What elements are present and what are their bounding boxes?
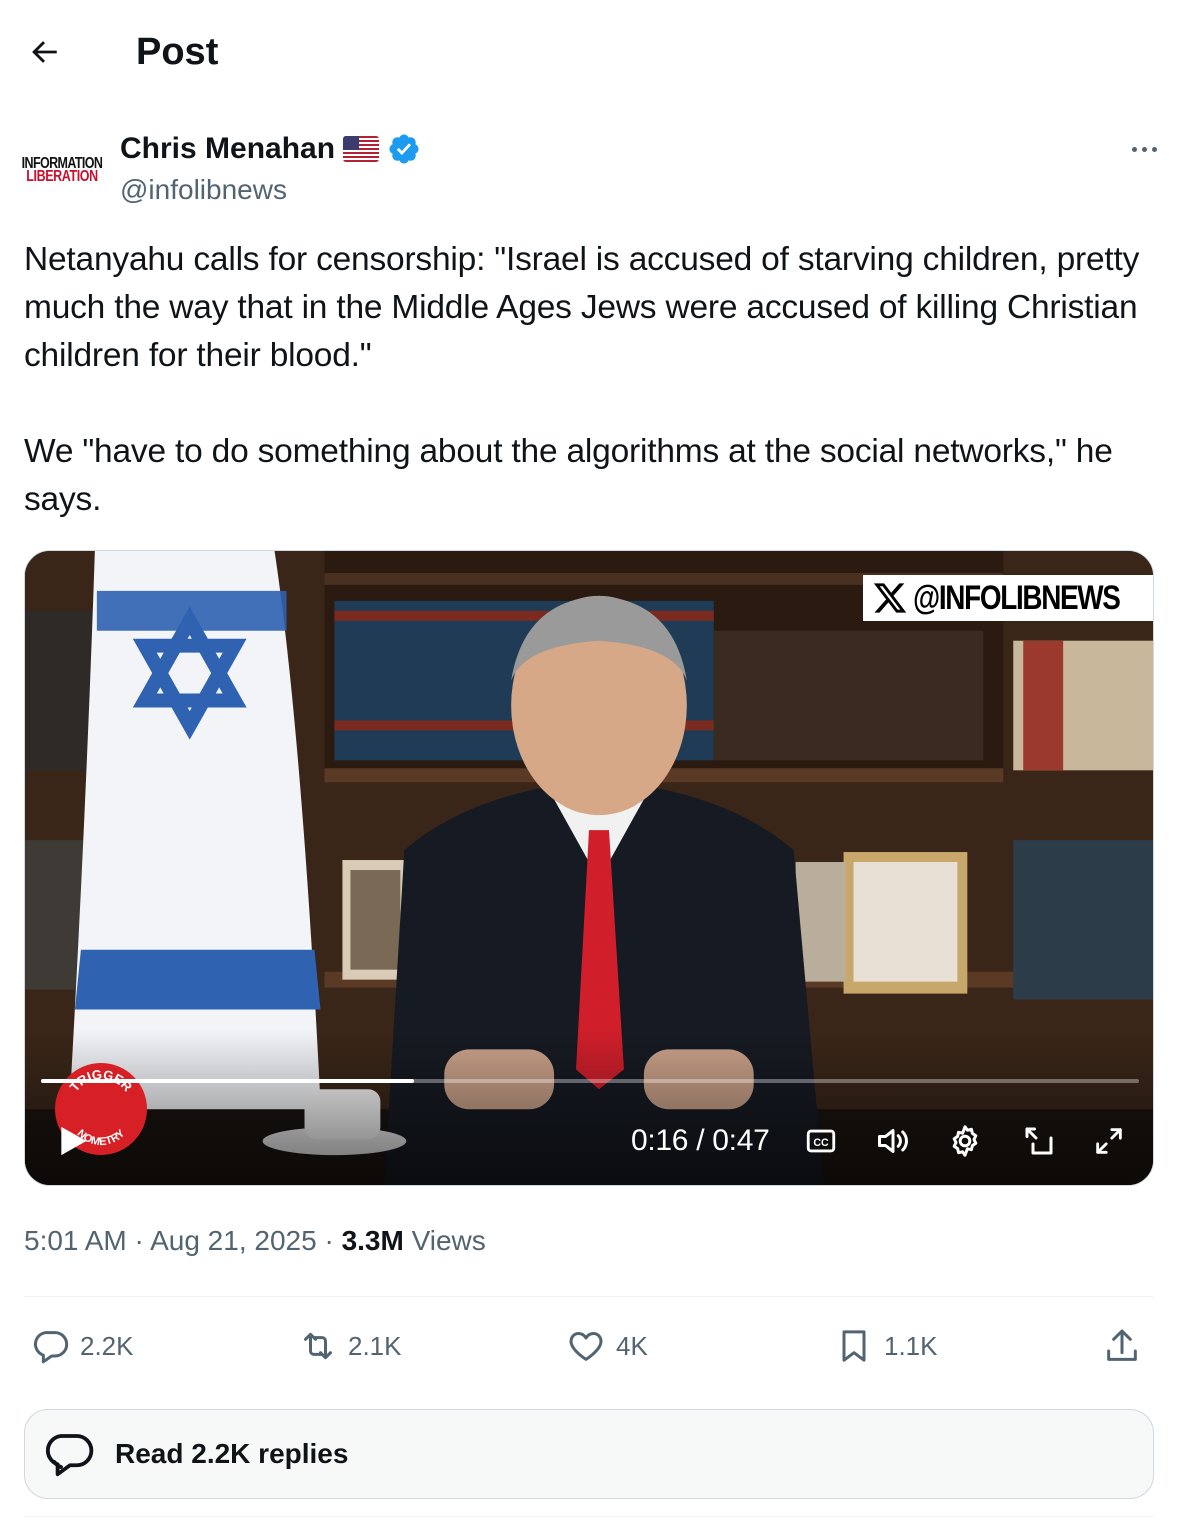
- video-progress-bar[interactable]: [41, 1079, 1139, 1083]
- divider: [24, 1516, 1154, 1517]
- video-watermark: @INFOLIBNEWS: [863, 575, 1153, 621]
- pip-button[interactable]: [1019, 1121, 1059, 1161]
- pip-icon: [1025, 1127, 1053, 1155]
- captions-icon: CC: [806, 1129, 836, 1153]
- watermark-text: @INFOLIBNEWS: [913, 578, 1121, 617]
- post-time[interactable]: 5:01 AM: [24, 1225, 127, 1256]
- captions-button[interactable]: CC: [801, 1121, 841, 1161]
- bookmark-count: 1.1K: [884, 1330, 938, 1361]
- play-icon: [61, 1126, 87, 1156]
- read-replies-button[interactable]: Read 2.2K replies: [24, 1409, 1154, 1499]
- fullscreen-button[interactable]: [1089, 1121, 1129, 1161]
- video-player[interactable]: @INFOLIBNEWS TRIGGER NOMETRY 0:16 / 0:47…: [24, 550, 1154, 1186]
- us-flag-icon: [343, 136, 380, 162]
- more-options-button[interactable]: [1122, 132, 1166, 166]
- read-replies-label: Read 2.2K replies: [115, 1438, 349, 1469]
- reply-button[interactable]: 2.2K: [30, 1324, 134, 1368]
- like-button[interactable]: 4K: [566, 1324, 648, 1368]
- more-dot-icon: [1151, 146, 1157, 152]
- replies-bubble-icon: [45, 1434, 94, 1477]
- share-button[interactable]: [1102, 1324, 1142, 1368]
- heart-icon: [569, 1332, 603, 1361]
- play-button[interactable]: [53, 1121, 93, 1161]
- avatar-logo-line2: LIBERATION: [26, 167, 98, 185]
- settings-button[interactable]: [945, 1121, 985, 1161]
- post-header: Post: [0, 0, 1196, 104]
- volume-button[interactable]: [873, 1121, 913, 1161]
- verified-badge-icon: [387, 132, 421, 166]
- avatar[interactable]: INFORMATION LIBERATION: [22, 130, 103, 210]
- bookmark-button[interactable]: 1.1K: [834, 1324, 938, 1368]
- more-dot-icon: [1141, 146, 1147, 152]
- author-handle[interactable]: @infolibnews: [120, 172, 287, 208]
- post-text: Netanyahu calls for censorship: "Israel …: [24, 241, 1140, 518]
- more-dot-icon: [1131, 146, 1137, 152]
- settings-icon: [952, 1125, 978, 1157]
- post-page: Post INFORMATION LIBERATION Chris Menaha…: [0, 0, 1196, 1525]
- video-time: 0:16 / 0:47: [631, 1124, 770, 1157]
- share-icon: [1107, 1329, 1137, 1361]
- svg-text:CC: CC: [813, 1137, 829, 1149]
- views-count: 3.3M: [341, 1225, 404, 1256]
- meta-separator: ·: [134, 1225, 144, 1256]
- bookmark-icon: [842, 1330, 866, 1362]
- author-name-row: Chris Menahan: [120, 130, 421, 168]
- video-frame: [25, 551, 1153, 1185]
- repost-count: 2.1K: [348, 1330, 402, 1361]
- back-arrow-icon: [32, 41, 57, 63]
- volume-icon: [878, 1129, 908, 1153]
- x-logo-icon: [873, 583, 907, 613]
- reply-icon: [33, 1331, 69, 1364]
- repost-icon: [304, 1332, 332, 1360]
- post-date[interactable]: Aug 21, 2025: [150, 1225, 317, 1256]
- views-label: Views: [411, 1225, 486, 1256]
- reply-count: 2.2K: [80, 1330, 134, 1361]
- author-name[interactable]: Chris Menahan: [120, 130, 335, 168]
- back-button[interactable]: [22, 30, 66, 74]
- like-count: 4K: [616, 1330, 648, 1361]
- fullscreen-icon: [1096, 1128, 1122, 1154]
- video-progress-fill: [41, 1079, 415, 1083]
- divider: [24, 1296, 1154, 1297]
- page-title: Post: [136, 31, 219, 73]
- meta-separator: ·: [324, 1225, 334, 1256]
- repost-button[interactable]: 2.1K: [298, 1324, 402, 1368]
- post-meta: 5:01 AM · Aug 21, 2025 · 3.3M Views: [24, 1222, 486, 1260]
